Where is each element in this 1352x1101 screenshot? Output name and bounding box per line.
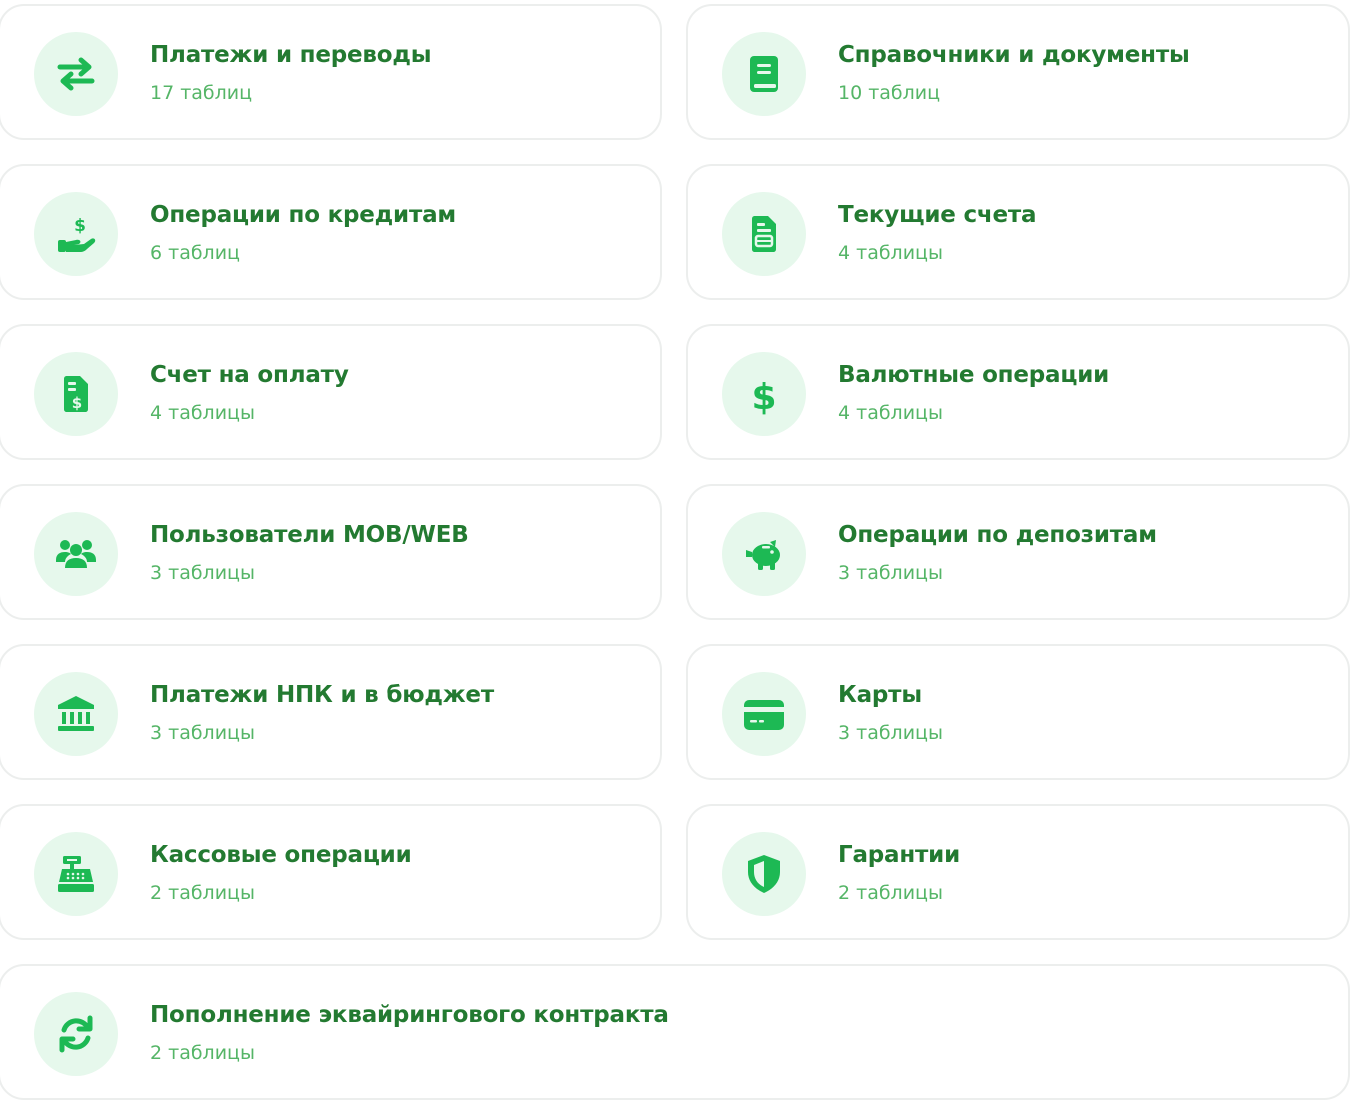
card-title: Счет на оплату [150, 362, 349, 388]
category-card-currency-operations[interactable]: $ Валютные операции 4 таблицы [686, 324, 1350, 460]
card-count: 2 таблицы [838, 882, 943, 904]
category-card-deposit-operations[interactable]: Операции по депозитам 3 таблицы [686, 484, 1350, 620]
card-count: 10 таблиц [838, 82, 941, 104]
card-title: Валютные операции [838, 362, 1110, 388]
card-count: 4 таблицы [838, 242, 943, 264]
card-count: 6 таблиц [150, 242, 240, 264]
book-icon [750, 56, 778, 92]
transfer-arrows-icon [57, 57, 95, 91]
card-count: 3 таблицы [838, 562, 943, 584]
dollar-sign-icon: $ [751, 377, 776, 416]
card-title: Операции по кредитам [150, 202, 457, 228]
card-count: 17 таблиц [150, 82, 253, 104]
card-title: Платежи НПК и в бюджет [150, 682, 494, 708]
card-title: Текущие счета [838, 202, 1037, 228]
icon-badge: $ [34, 192, 118, 276]
icon-badge [722, 192, 806, 276]
icon-badge [34, 992, 118, 1076]
card-title: Гарантии [838, 842, 961, 868]
card-title: Справочники и документы [838, 42, 1190, 68]
credit-card-icon [744, 700, 784, 730]
card-title: Пополнение эквайрингового контракта [150, 1002, 669, 1028]
icon-badge: $ [34, 352, 118, 436]
svg-text:$: $ [74, 216, 86, 236]
cash-register-icon [58, 856, 94, 892]
invoice-dollar-icon: $ [64, 376, 88, 412]
card-title: Платежи и переводы [150, 42, 432, 68]
category-card-invoice[interactable]: $ Счет на оплату 4 таблицы [0, 324, 662, 460]
card-title: Карты [838, 682, 922, 708]
icon-badge [722, 672, 806, 756]
icon-badge [722, 32, 806, 116]
card-title: Операции по депозитам [838, 522, 1157, 548]
card-count: 2 таблицы [150, 882, 255, 904]
users-group-icon [56, 540, 96, 568]
svg-text:$: $ [72, 394, 82, 412]
category-card-credit-operations[interactable]: $ Операции по кредитам 6 таблиц [0, 164, 662, 300]
card-count: 3 таблицы [150, 722, 255, 744]
category-card-cards[interactable]: Карты 3 таблицы [686, 644, 1350, 780]
card-count: 3 таблицы [838, 722, 943, 744]
icon-badge [722, 512, 806, 596]
category-card-payments-transfers[interactable]: Платежи и переводы 17 таблиц [0, 4, 662, 140]
card-count: 2 таблицы [150, 1042, 255, 1064]
icon-badge: $ [722, 352, 806, 436]
card-count: 4 таблицы [150, 402, 255, 424]
piggy-bank-icon [746, 540, 780, 570]
icon-badge [34, 832, 118, 916]
category-card-cash-operations[interactable]: Кассовые операции 2 таблицы [0, 804, 662, 940]
refresh-icon [59, 1015, 93, 1053]
bank-building-icon [58, 696, 94, 731]
hand-money-icon: $ [58, 216, 96, 252]
card-title: Пользователи MOB/WEB [150, 522, 469, 548]
account-document-icon [752, 216, 776, 252]
icon-badge [34, 672, 118, 756]
category-grid: Платежи и переводы 17 таблиц Справочники… [0, 0, 1352, 1101]
category-card-current-accounts[interactable]: Текущие счета 4 таблицы [686, 164, 1350, 300]
svg-text:$: $ [751, 377, 776, 416]
card-count: 3 таблицы [150, 562, 255, 584]
card-count: 4 таблицы [838, 402, 943, 424]
icon-badge [722, 832, 806, 916]
category-card-acquiring-topup[interactable]: Пополнение эквайрингового контракта 2 та… [0, 964, 1350, 1100]
icon-badge [34, 512, 118, 596]
category-card-references-documents[interactable]: Справочники и документы 10 таблиц [686, 4, 1350, 140]
icon-badge [34, 32, 118, 116]
category-card-users-mob-web[interactable]: Пользователи MOB/WEB 3 таблицы [0, 484, 662, 620]
card-title: Кассовые операции [150, 842, 412, 868]
category-card-guarantees[interactable]: Гарантии 2 таблицы [686, 804, 1350, 940]
category-card-npk-budget-payments[interactable]: Платежи НПК и в бюджет 3 таблицы [0, 644, 662, 780]
shield-icon [748, 855, 780, 893]
